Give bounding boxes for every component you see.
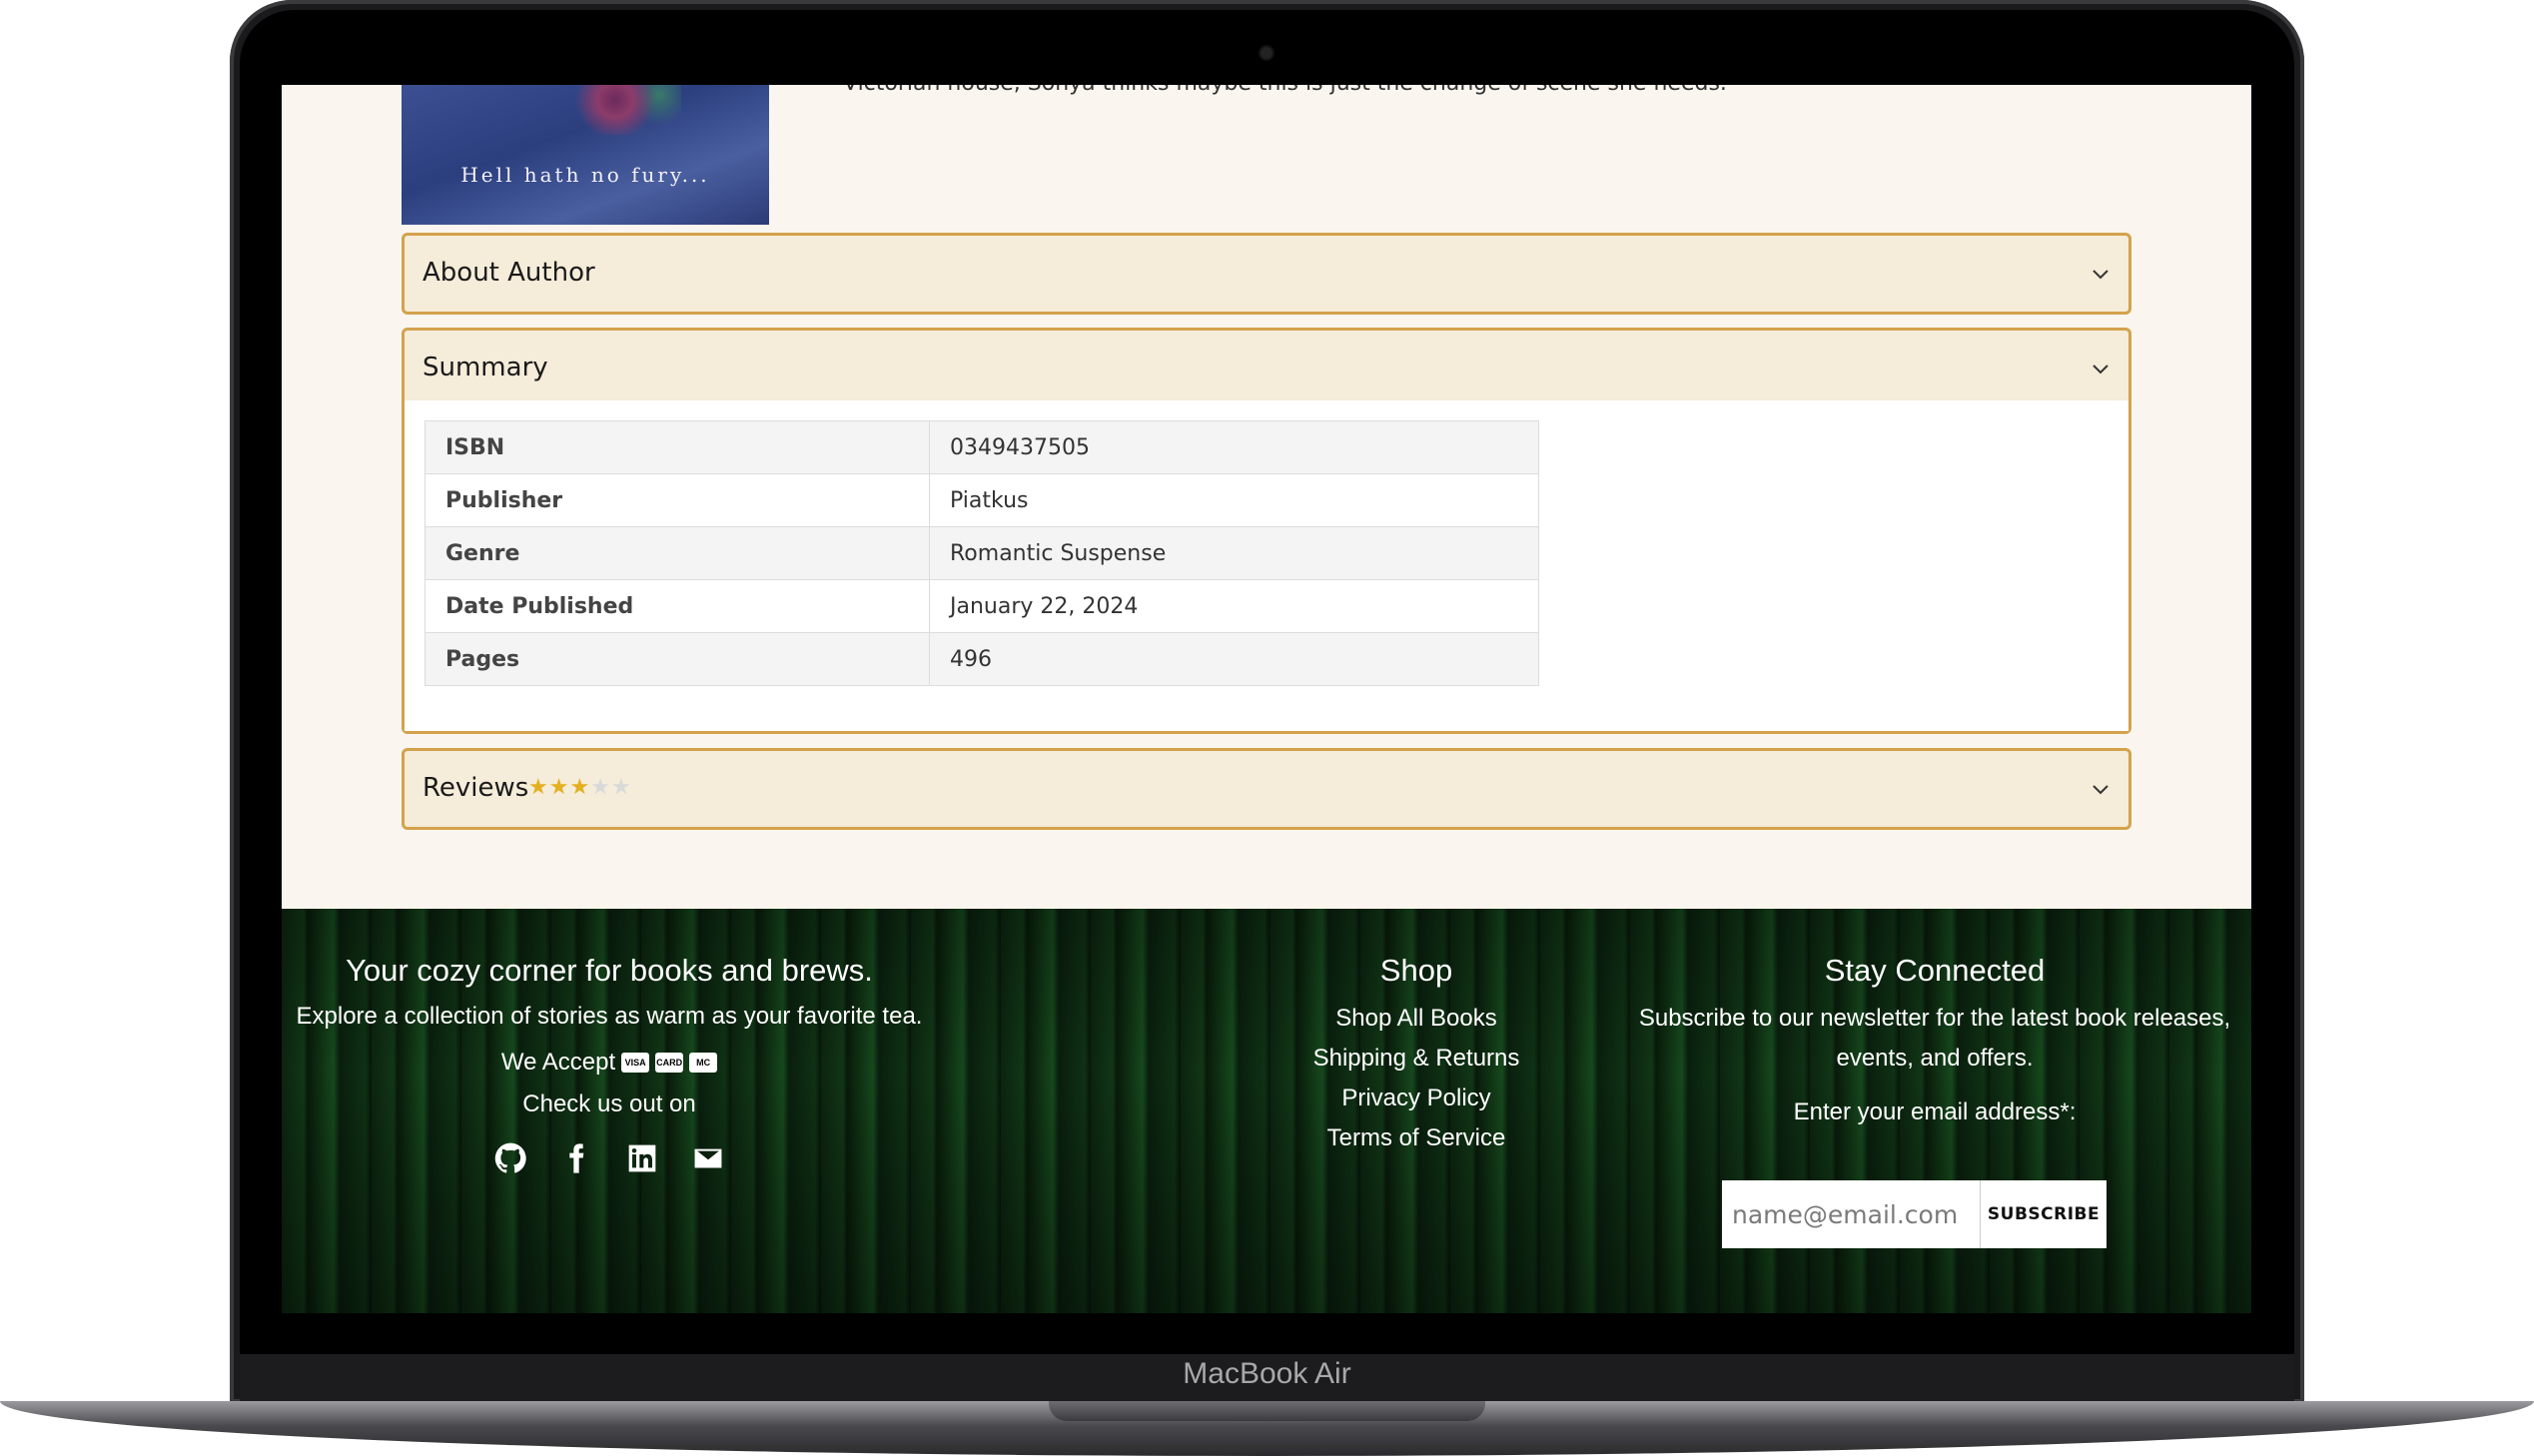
browser-screen: Hell hath no fury... Victorian house, So… (282, 85, 2251, 1313)
star-filled-icon: ★ (548, 775, 570, 800)
subscribe-button[interactable]: SUBSCRIBE (1980, 1180, 2107, 1248)
payment-row: We Accept VISA CARD MC (282, 1049, 937, 1077)
device-label: MacBook Air (1183, 1357, 1351, 1390)
footer-shop-heading: Shop (1379, 953, 1453, 988)
linkedin-icon[interactable] (626, 1142, 658, 1174)
footer-about: Your cozy corner for books and brews. Ex… (282, 953, 937, 1174)
star-empty-icon: ★ (610, 775, 632, 800)
row-key: Pages (424, 632, 930, 686)
email-input[interactable] (1722, 1180, 1980, 1248)
star-empty-icon: ★ (590, 775, 611, 800)
table-row: Publisher Piatkus (424, 473, 1539, 527)
newsletter-form: SUBSCRIBE (1722, 1180, 2107, 1248)
footer-newsletter-heading: Stay Connected (1824, 953, 2046, 988)
row-value: 496 (929, 632, 1539, 686)
footer-link-shop-all[interactable]: Shop All Books (1161, 999, 1672, 1039)
summary-body: ISBN 0349437505 Publisher Piatkus Genre Rom… (405, 400, 2128, 731)
site-footer: Your cozy corner for books and brews. Ex… (282, 909, 2251, 1313)
social-links (282, 1142, 937, 1174)
email-label: Enter your email address*: (1793, 1098, 2077, 1125)
table-row: Date Published January 22, 2024 (424, 579, 1539, 633)
star-rating: ★★★★★ (528, 775, 632, 800)
star-filled-icon: ★ (569, 775, 591, 800)
accordion-title: Summary (422, 353, 548, 382)
laptop-notch (1049, 1401, 1485, 1421)
facebook-icon[interactable] (560, 1142, 592, 1174)
chevron-down-icon[interactable] (2091, 359, 2111, 378)
newsletter-text: events, and offers. (1836, 1045, 2034, 1072)
accordion-about-author[interactable]: About Author (402, 233, 2131, 315)
table-row: Genre Romantic Suspense (424, 526, 1539, 580)
footer-about-text: Explore a collection of stories as warm … (296, 1003, 923, 1030)
we-accept-label: We Accept (500, 1049, 616, 1076)
accordion-title: Reviews (422, 773, 529, 803)
table-row: Pages 496 (424, 632, 1539, 686)
chevron-down-icon[interactable] (2091, 264, 2111, 284)
footer-tagline: Your cozy corner for books and brews. (346, 953, 873, 988)
book-cover: Hell hath no fury... (402, 85, 769, 225)
footer-shop: Shop Shop All Books Shipping & Returns P… (1161, 953, 1672, 1158)
chevron-down-icon[interactable] (2091, 779, 2111, 799)
star-filled-icon: ★ (528, 775, 549, 800)
book-description-cutoff: Victorian house, Sonya thinks maybe this… (843, 85, 1727, 96)
accordion-header[interactable]: About Author (405, 236, 2128, 312)
table-row: ISBN 0349437505 (424, 420, 1539, 474)
footer-link-privacy[interactable]: Privacy Policy (1161, 1079, 1672, 1118)
visa-card-icon: VISA (621, 1053, 650, 1073)
github-icon[interactable] (494, 1142, 526, 1174)
row-key: ISBN (424, 420, 930, 474)
mastercard-icon: MC (689, 1053, 718, 1073)
payment-methods: We Accept VISA CARD MC (500, 1049, 718, 1077)
row-value: 0349437505 (929, 420, 1539, 474)
row-value: Romantic Suspense (929, 526, 1539, 580)
accordion-header[interactable]: Reviews ★★★★★ (405, 751, 2128, 827)
row-key: Date Published (424, 579, 930, 633)
accordion-summary: Summary ISBN 0349437505 Publisher Piatkus … (402, 328, 2131, 734)
accordion-reviews[interactable]: Reviews ★★★★★ (402, 748, 2131, 830)
row-key: Publisher (424, 473, 930, 527)
newsletter-text: Subscribe to our newsletter for the late… (1638, 1005, 2231, 1032)
row-value: Piatkus (929, 473, 1539, 527)
credit-card-icon: CARD (655, 1053, 684, 1073)
footer-link-shipping[interactable]: Shipping & Returns (1161, 1039, 1672, 1079)
cover-tagline: Hell hath no fury... (460, 163, 710, 187)
footer-link-terms[interactable]: Terms of Service (1161, 1118, 1672, 1158)
book-details-table: ISBN 0349437505 Publisher Piatkus Genre Rom… (424, 420, 1539, 686)
accordion-header[interactable]: Summary (405, 331, 2128, 400)
flower-decoration (571, 85, 681, 135)
footer-newsletter: Stay Connected Subscribe to our newslett… (1600, 953, 2251, 1132)
envelope-icon[interactable] (692, 1142, 724, 1174)
camera-icon (1261, 47, 1272, 59)
row-key: Genre (424, 526, 930, 580)
check-us-out-label: Check us out on (522, 1091, 696, 1117)
accordion-title: About Author (422, 258, 595, 288)
row-value: January 22, 2024 (929, 579, 1539, 633)
